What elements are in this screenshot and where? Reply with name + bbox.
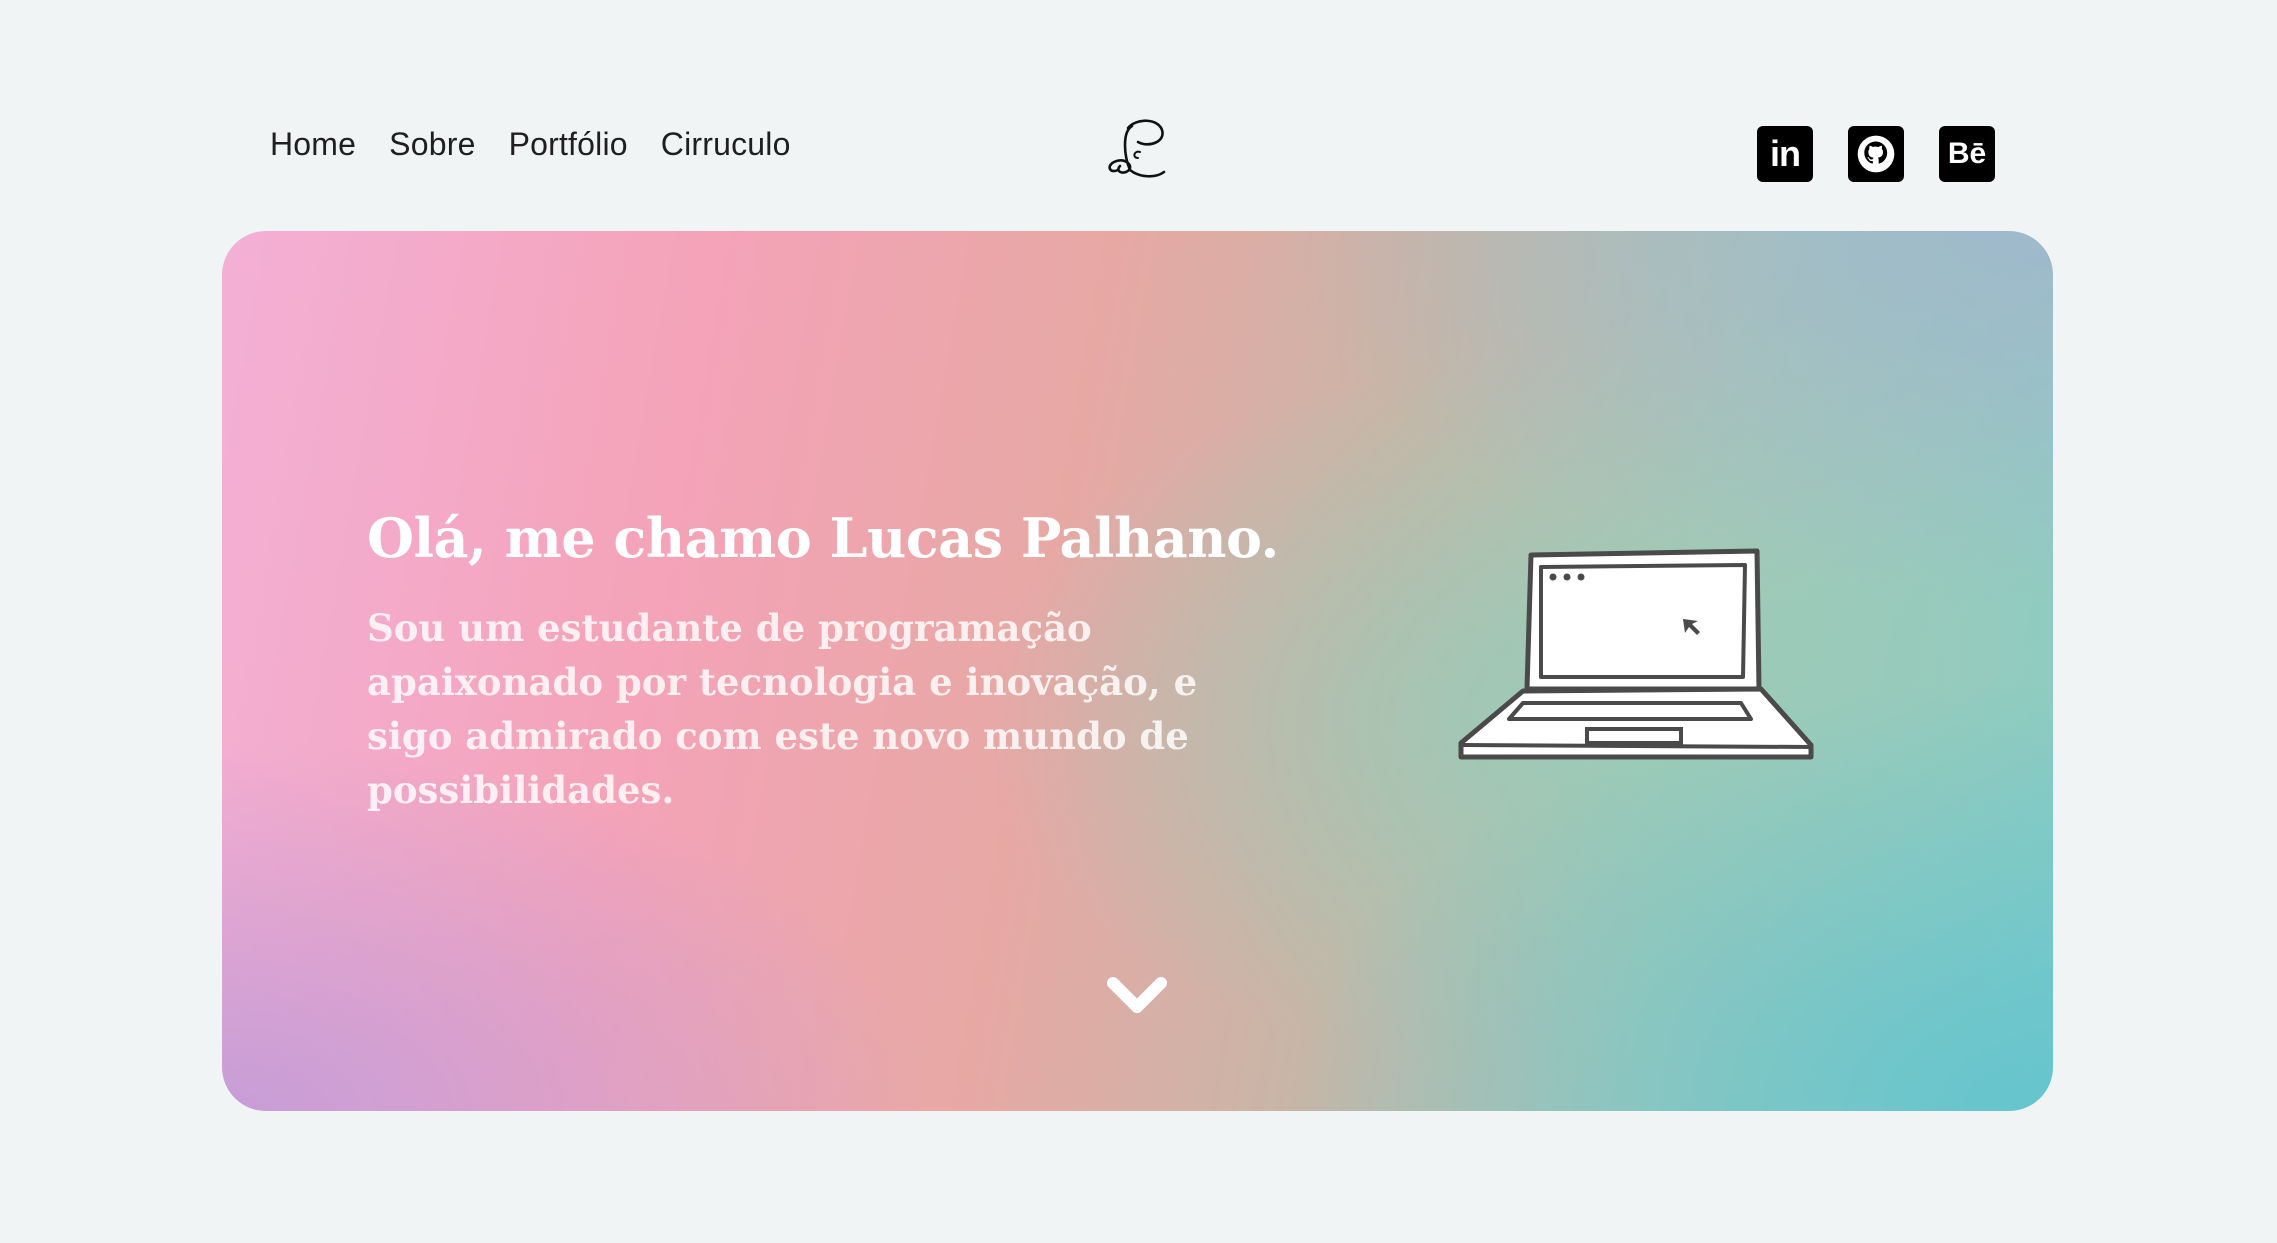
nav-sobre-link[interactable]: Sobre [389, 128, 475, 160]
github-icon[interactable] [1848, 126, 1904, 182]
laptop-icon [1458, 548, 1814, 760]
hero-title: Olá, me chamo Lucas Palhano. [367, 506, 1279, 570]
linkedin-icon[interactable]: in [1757, 126, 1813, 182]
nav-home-link[interactable]: Home [270, 128, 356, 160]
chevron-down-icon[interactable] [1105, 971, 1169, 1021]
main-nav: Home Sobre Portfólio Cirruculo [270, 128, 824, 160]
hero-banner: Olá, me chamo Lucas Palhano. Sou um estu… [222, 231, 2053, 1111]
nav-cirruculo-link[interactable]: Cirruculo [661, 128, 791, 160]
nav-portfolio-link[interactable]: Portfólio [509, 128, 628, 160]
behance-icon[interactable]: Bē [1939, 126, 1995, 182]
lp-monogram-logo-icon[interactable] [1096, 108, 1176, 188]
social-links: in Bē [1757, 126, 1995, 182]
hero-subtitle: Sou um estudante de programação apaixona… [367, 606, 1198, 812]
linkedin-label: in [1770, 133, 1801, 174]
behance-label: Bē [1947, 137, 1987, 170]
